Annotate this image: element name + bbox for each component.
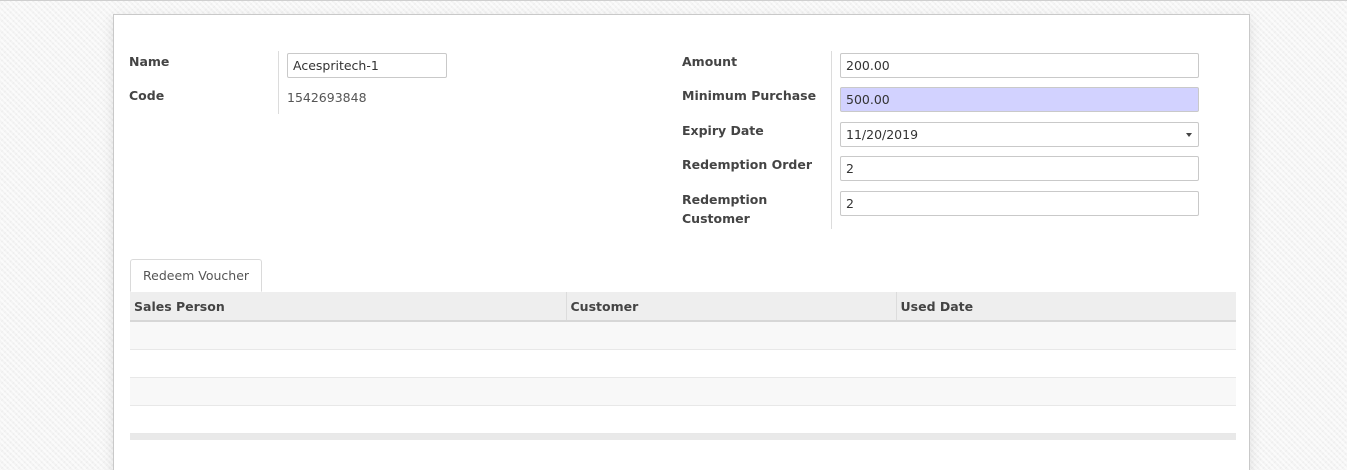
column-header-used-date[interactable]: Used Date (895, 292, 1236, 322)
chevron-down-icon[interactable] (1186, 133, 1192, 137)
expiry-date-field[interactable]: 11/20/2019 (840, 122, 1199, 147)
name-label: Name (129, 54, 170, 69)
table-cell (130, 321, 566, 350)
table-cell (566, 377, 896, 406)
redemption-order-field[interactable]: 2 (840, 156, 1199, 181)
expiry-date-value: 11/20/2019 (846, 127, 919, 142)
table-footer-cell (896, 433, 1236, 440)
redemption-order-label: Redemption Order (682, 157, 812, 172)
form-sheet: Name Code Acespritech-1 1542693848 Amoun… (113, 14, 1250, 470)
table-header-row: Sales Person Customer Used Date (130, 292, 1236, 322)
table-row[interactable] (130, 377, 1236, 406)
expiry-date-label: Expiry Date (682, 123, 764, 138)
code-label: Code (129, 88, 165, 103)
notebook-tabs: Redeem Voucher (130, 259, 1234, 293)
column-header-customer[interactable]: Customer (565, 292, 896, 322)
table-cell (566, 405, 896, 434)
table-cell (130, 377, 566, 406)
right-group-separator (831, 51, 832, 229)
minimum-purchase-field[interactable]: 500.00 (840, 87, 1199, 112)
table-row[interactable] (130, 321, 1236, 350)
amount-field[interactable]: 200.00 (840, 53, 1199, 78)
column-header-sales-person[interactable]: Sales Person (130, 292, 566, 322)
table-row[interactable] (130, 349, 1236, 378)
amount-label: Amount (682, 54, 738, 69)
table-cell (130, 405, 566, 434)
table-cell (896, 349, 1236, 378)
name-field[interactable]: Acespritech-1 (287, 53, 447, 78)
left-group-separator (278, 51, 279, 114)
redemption-customer-field[interactable]: 2 (840, 191, 1199, 216)
top-border (0, 0, 1347, 1)
table-footer-cell (130, 433, 566, 440)
redeem-voucher-table: Sales Person Customer Used Date (130, 292, 1236, 440)
redemption-customer-label-line1: Redemption (682, 192, 768, 207)
redemption-customer-label-line2: Customer (682, 211, 750, 226)
table-cell (566, 349, 896, 378)
table-footer-cell (566, 433, 896, 440)
table-cell (566, 321, 896, 350)
table-footer-row (130, 433, 1236, 440)
table-cell (896, 321, 1236, 350)
minimum-purchase-label: Minimum Purchase (682, 88, 817, 103)
table-cell (130, 349, 566, 378)
code-value: 1542693848 (287, 90, 367, 105)
table-cell (896, 377, 1236, 406)
table-cell (896, 405, 1236, 434)
tab-redeem-voucher[interactable]: Redeem Voucher (130, 259, 263, 292)
table-row[interactable] (130, 405, 1236, 434)
